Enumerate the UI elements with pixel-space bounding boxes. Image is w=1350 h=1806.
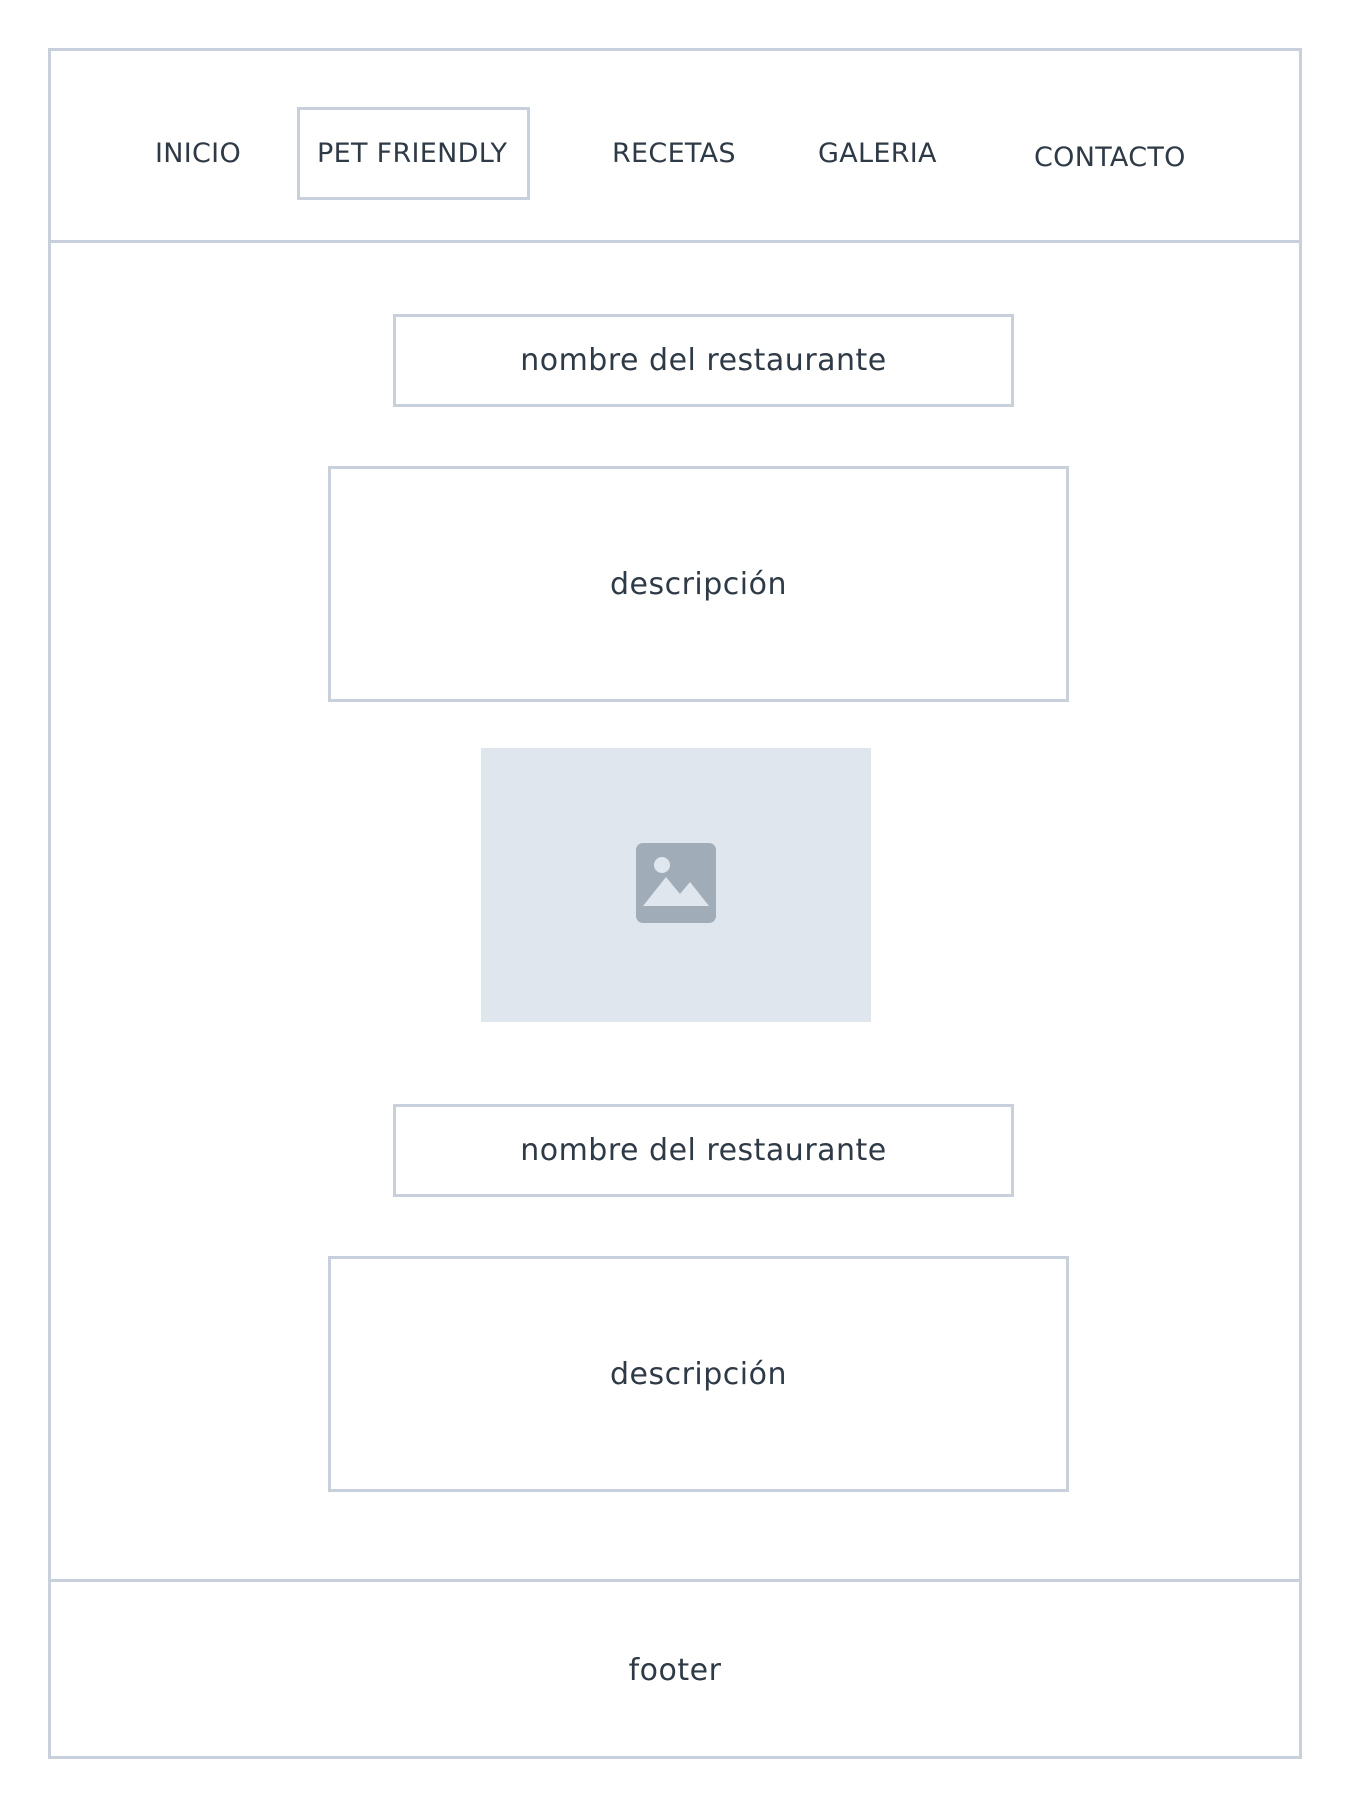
- restaurant-name-label: nombre del restaurante: [520, 1133, 887, 1168]
- nav-item-inicio[interactable]: INICIO: [155, 138, 241, 169]
- page-frame: INICIO PET FRIENDLY RECETAS GALERIA CONT…: [48, 48, 1302, 1759]
- description-label: descripción: [609, 1356, 788, 1392]
- description-box: descripción: [328, 466, 1069, 702]
- restaurant-name-label: nombre del restaurante: [520, 343, 887, 378]
- nav-item-pet-friendly[interactable]: PET FRIENDLY: [317, 138, 507, 169]
- image-icon: [635, 842, 717, 928]
- restaurant-name-box: nombre del restaurante: [393, 314, 1014, 407]
- description-label: descripción: [609, 566, 788, 602]
- nav-item-contacto[interactable]: CONTACTO: [1034, 142, 1186, 173]
- description-box: descripción: [328, 1256, 1069, 1492]
- footer: footer: [51, 1579, 1299, 1759]
- nav-item-galeria[interactable]: GALERIA: [818, 138, 937, 169]
- image-placeholder: [481, 748, 871, 1022]
- nav-item-recetas[interactable]: RECETAS: [612, 138, 736, 169]
- footer-label: footer: [628, 1653, 722, 1688]
- header-nav: INICIO PET FRIENDLY RECETAS GALERIA CONT…: [51, 51, 1299, 243]
- restaurant-name-box: nombre del restaurante: [393, 1104, 1014, 1197]
